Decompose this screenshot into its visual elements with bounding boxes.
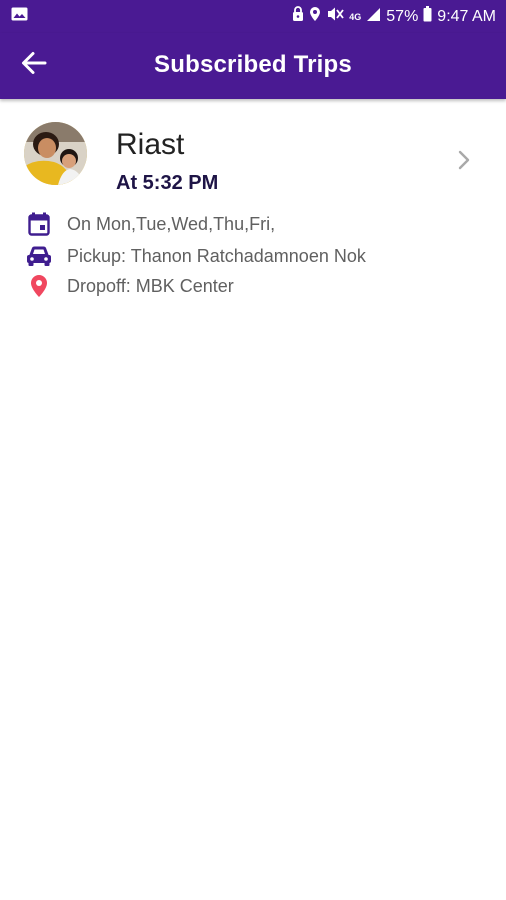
clock: 9:47 AM (437, 7, 496, 25)
trip-time: At 5:32 PM (116, 172, 219, 194)
battery-icon (423, 6, 432, 27)
battery-percent: 57% (386, 7, 419, 25)
page-title: Subscribed Trips (154, 51, 352, 78)
trip-days-row: On Mon,Tue,Wed,Thu,Fri, (26, 210, 275, 238)
map-pin-icon (26, 273, 52, 299)
lock-icon (292, 6, 304, 27)
status-bar: 4G 57% 9:47 AM (0, 0, 506, 33)
rider-name: Riast (116, 128, 185, 161)
calendar-icon (26, 211, 52, 237)
dropoff-row: Dropoff: MBK Center (26, 272, 234, 300)
image-icon (11, 7, 28, 26)
signal-icon (366, 7, 381, 27)
network-type-label: 4G (349, 11, 362, 22)
pickup-row: Pickup: Thanon Ratchadamnoen Nok (26, 242, 366, 270)
pickup-location: Pickup: Thanon Ratchadamnoen Nok (67, 245, 366, 266)
trip-list-item[interactable]: Riast At 5:32 PM On Mon,Tue,Wed,Thu,Fri, (0, 100, 506, 310)
car-icon (26, 243, 52, 269)
trip-days: On Mon,Tue,Wed,Thu,Fri, (67, 213, 276, 234)
location-icon (309, 6, 321, 27)
chevron-right-icon (454, 148, 474, 172)
avatar (24, 122, 87, 185)
mute-icon (326, 6, 344, 27)
app-bar: Subscribed Trips (0, 33, 506, 99)
dropoff-location: Dropoff: MBK Center (67, 275, 234, 296)
